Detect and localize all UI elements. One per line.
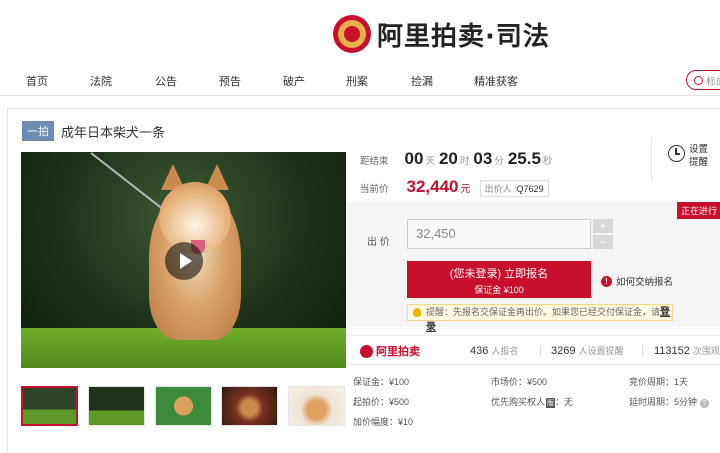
increment-detail: 加价幅度：¥10 [353,417,414,427]
signup-deposit: 保证金 ¥100 [474,285,524,295]
seconds-unit: 秒 [542,156,553,167]
nav-item-notice[interactable]: 公告 [155,73,177,89]
countdown-hours: 20 [438,149,458,168]
hours-unit: 时 [459,156,470,167]
ali-logo-text: 阿里拍卖 [376,346,420,358]
nav-item-criminal[interactable]: 刑案 [346,73,368,89]
deposit-help-link[interactable]: ! 如何交纳报名 [601,274,673,288]
deposit-help-label: 如何交纳报名 [616,277,674,288]
signup-label: (您未登录) 立即报名 [449,268,549,280]
site-logo[interactable]: 阿里拍卖·司法 [333,12,550,56]
ali-logo-icon [360,344,373,358]
logo-text: 阿里拍卖·司法 [377,21,550,52]
thumbnail-3[interactable] [155,386,212,426]
main-image[interactable] [21,152,346,368]
nav-item-bankruptcy[interactable]: 破产 [283,73,305,89]
main-nav: 首页 法院 公告 预告 破产 刑案 捡漏 精准获客 [0,66,720,96]
reminder-count-label: 人设置提醒 [578,346,624,356]
bid-panel: 正在进行 出 价 32,450 + − (您未登录) 立即报名 保证金 ¥100… [347,202,720,333]
priority-buyer-detail: 优先购买权人 版：无 [491,395,573,408]
nav-item-preview[interactable]: 预告 [219,73,241,89]
delay-cycle-detail: 延时周期：5分钟? [629,395,710,408]
bid-cycle-detail: 竞价周期：1天 [629,377,689,387]
view-count-value: 113152 [654,345,690,357]
countdown-label: 距结束 [360,156,389,167]
view-count: 113152 次围观 [654,344,720,357]
countdown-seconds: 25.5 [507,149,541,168]
countdown-days: 00 [404,149,424,168]
search-placeholder: 标的 [706,76,720,88]
divider [642,345,643,357]
thumbnail-5[interactable] [288,386,345,426]
reminder-count-value: 3269 [551,345,576,357]
countdown: 距结束 00 天 20 时 03 分 25.5 秒 [360,149,556,169]
lightbulb-icon [413,308,421,317]
divider [540,345,541,357]
court-emblem-icon [333,15,371,53]
login-tip: 提醒：先报名交保证金再出价。如果您已经交付保证金，请登录 [407,304,673,333]
bid-amount-input[interactable]: 32,450 [407,219,591,249]
bid-stepper: + − [593,219,613,249]
decrease-button[interactable]: − [593,235,613,249]
help-icon[interactable]: ? [700,399,710,408]
auction-details: 保证金：¥100 市场价：¥500 竞价周期：1天 起拍价：¥500 优先购买权… [347,371,720,431]
increase-button[interactable]: + [593,219,613,233]
price-label: 当前价 [360,184,389,195]
delay-cycle-value: 延时周期：5分钟 [629,397,698,407]
days-unit: 天 [425,156,435,167]
signup-count-value: 436 [470,345,489,357]
item-title-row: 一拍 成年日本柴犬一条 [22,121,165,141]
bidder-label: 出价人 [484,184,512,194]
price-unit: 元 [460,184,471,195]
bid-label: 出 价 [367,237,390,248]
signup-count: 436 人报名 [470,344,518,357]
deposit-detail: 保证金：¥100 [353,377,410,387]
search-input[interactable]: 标的 [686,70,720,90]
countdown-minutes: 03 [473,149,493,168]
status-badge: 正在进行 [676,202,720,219]
thumbnail-2[interactable] [88,386,145,426]
thumbnail-1[interactable] [21,386,78,426]
nav-item-precise[interactable]: 精准获客 [474,73,518,89]
auction-card: 一拍 成年日本柴犬一条 距结束 00 天 20 时 03 分 25.5 秒 当前… [7,108,720,453]
current-price: 32,440 [406,177,459,196]
bidder-id: Q7629 [516,184,544,194]
item-title: 成年日本柴犬一条 [61,124,166,140]
search-icon [694,75,703,85]
view-count-label: 次围观 [692,346,720,356]
round-badge: 一拍 [22,121,54,141]
stats-row: 阿里拍卖 436 人报名 3269 人设置提醒 113152 次围观 [347,335,720,365]
nav-item-court[interactable]: 法院 [90,73,112,89]
start-price-detail: 起拍价：¥500 [353,397,410,407]
priority-tag: 版 [546,398,556,408]
info-icon: ! [601,275,612,287]
minutes-unit: 分 [494,156,504,167]
thumbnail-4[interactable] [221,386,278,426]
priority-value: ：无 [555,397,574,407]
play-video-button[interactable] [165,242,203,280]
ali-auction-logo: 阿里拍卖 [360,343,420,359]
market-price-detail: 市场价：¥500 [491,377,548,387]
nav-item-home[interactable]: 首页 [26,73,48,89]
set-reminder-button[interactable]: 设置提醒 [651,137,720,179]
reminder-label: 设置提醒 [689,144,709,168]
priority-label: 优先购买权人 [491,397,546,407]
current-price-row: 当前价 32,440 元 出价人 :Q7629 [360,177,549,197]
reminder-count: 3269 人设置提醒 [551,344,624,357]
thumbnail-strip [21,386,351,428]
alarm-clock-icon [668,145,685,162]
nav-item-bargain[interactable]: 捡漏 [411,73,433,89]
bidder-tag: 出价人 :Q7629 [479,180,549,197]
signup-count-label: 人报名 [491,346,519,356]
tip-text: 提醒：先报名交保证金再出价。如果您已经交付保证金，请 [426,307,661,317]
signup-button[interactable]: (您未登录) 立即报名 保证金 ¥100 [407,261,591,298]
